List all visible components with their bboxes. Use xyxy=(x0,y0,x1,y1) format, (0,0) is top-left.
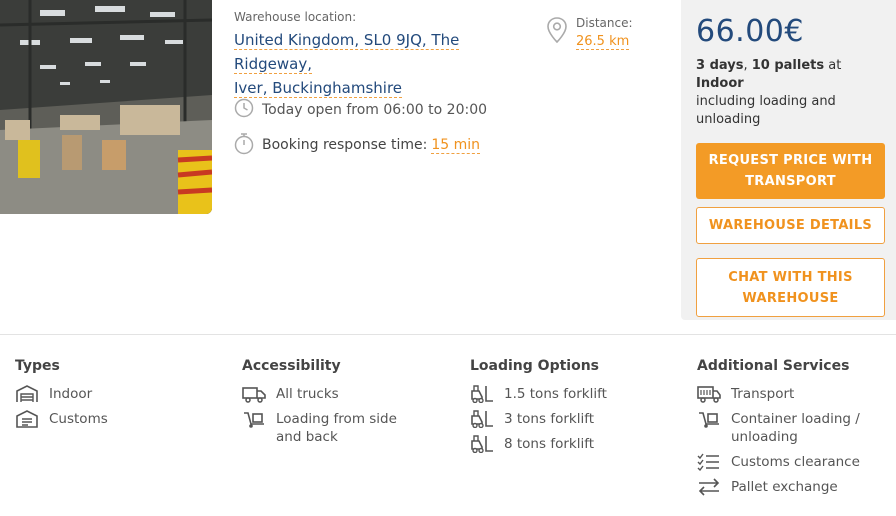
access-all-trucks: All trucks xyxy=(276,386,339,402)
offer-at: at xyxy=(824,58,842,73)
list-item: 8 tons forklift xyxy=(470,435,654,453)
stopwatch-icon xyxy=(234,131,262,159)
list-item: Loading from side and back xyxy=(242,410,426,446)
warehouse-address-line2[interactable]: Iver, Buckinghamshire xyxy=(234,79,403,98)
exchange-icon xyxy=(697,478,723,496)
customs-icon xyxy=(15,410,41,428)
forklift-3-tons: 3 tons forklift xyxy=(504,411,595,427)
type-indoor: Indoor xyxy=(49,386,93,402)
accessibility-column: Accessibility All trucks Loading from si… xyxy=(242,358,426,453)
chat-with-warehouse-button[interactable]: CHAT WITH THIS WAREHOUSE xyxy=(696,258,885,317)
offer-separator: , xyxy=(743,58,752,73)
truck-icon xyxy=(697,385,723,403)
list-item: Container loading / unloading xyxy=(697,410,881,446)
booking-response-value[interactable]: 15 min xyxy=(431,137,480,154)
warehouse-address-line1[interactable]: United Kingdom, SL0 9JQ, The Ridgeway, xyxy=(234,31,460,74)
list-item: Indoor xyxy=(15,385,199,403)
distance-label: Distance: xyxy=(576,16,633,30)
loading-options-column: Loading Options 1.5 tons forklift 3 tons… xyxy=(470,358,654,460)
forklift-icon xyxy=(470,435,496,453)
price-panel: 66.00€ 3 days, 10 pallets at Indoor incl… xyxy=(681,0,896,320)
booking-response-label: Booking response time: xyxy=(262,137,428,153)
list-item: Transport xyxy=(697,385,881,403)
loading-options-title: Loading Options xyxy=(470,358,600,374)
accessibility-title: Accessibility xyxy=(242,358,341,374)
warehouse-location-block: Warehouse location: United Kingdom, SL0 … xyxy=(234,10,534,100)
list-item: 3 tons forklift xyxy=(470,410,654,428)
offer-days: 3 days xyxy=(696,58,744,73)
offer-pallets: 10 pallets xyxy=(751,58,825,73)
service-container-loading: Container loading / unloading xyxy=(731,411,860,445)
distance-block: Distance: 26.5 km xyxy=(546,16,633,50)
booking-response: Booking response time: 15 min xyxy=(234,131,480,159)
offer-type: Indoor xyxy=(696,76,744,91)
forklift-1-5-tons: 1.5 tons forklift xyxy=(504,386,607,402)
forklift-8-tons: 8 tons forklift xyxy=(504,436,595,452)
clock-icon xyxy=(234,98,262,122)
additional-services-column: Additional Services Transport Container … xyxy=(697,358,881,503)
list-item: Customs xyxy=(15,410,199,428)
price-value: 66.00€ xyxy=(696,14,804,49)
list-item: 1.5 tons forklift xyxy=(470,385,654,403)
section-divider xyxy=(0,334,896,335)
offer-includes: including loading and unloading xyxy=(696,94,836,127)
opening-hours-text: Today open from 06:00 to 20:00 xyxy=(262,102,488,118)
offer-description: 3 days, 10 pallets at Indoor including l… xyxy=(696,57,885,129)
types-title: Types xyxy=(15,358,60,374)
forklift-icon xyxy=(470,385,496,403)
forklift-icon xyxy=(470,410,496,428)
opening-hours: Today open from 06:00 to 20:00 xyxy=(234,98,487,122)
warehouse-location-label: Warehouse location: xyxy=(234,10,357,24)
request-price-button[interactable]: REQUEST PRICE WITH TRANSPORT xyxy=(696,143,885,199)
types-column: Types Indoor Customs xyxy=(15,358,199,435)
access-loading-side-back: Loading from side and back xyxy=(276,411,397,445)
checklist-icon xyxy=(697,453,723,471)
service-transport: Transport xyxy=(731,386,795,402)
type-customs: Customs xyxy=(49,411,108,427)
warehouse-icon xyxy=(15,385,41,403)
hand-truck-icon xyxy=(697,410,723,428)
warehouse-details-button[interactable]: WAREHOUSE DETAILS xyxy=(696,207,885,244)
list-item: Pallet exchange xyxy=(697,478,881,496)
location-pin-icon xyxy=(546,16,568,50)
list-item: All trucks xyxy=(242,385,426,403)
distance-value[interactable]: 26.5 km xyxy=(576,34,630,50)
additional-services-title: Additional Services xyxy=(697,358,850,374)
warehouse-photo[interactable] xyxy=(0,0,212,214)
truck-icon xyxy=(242,385,268,403)
service-customs-clearance: Customs clearance xyxy=(731,454,860,470)
list-item: Customs clearance xyxy=(697,453,881,471)
hand-truck-icon xyxy=(242,410,268,428)
service-pallet-exchange: Pallet exchange xyxy=(731,479,838,495)
